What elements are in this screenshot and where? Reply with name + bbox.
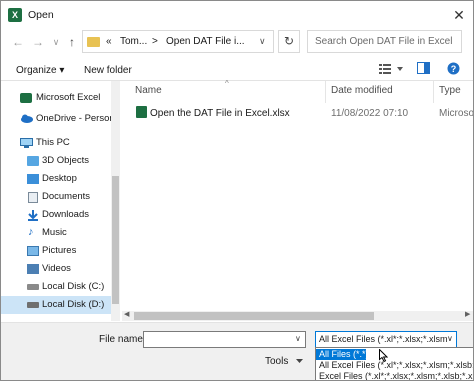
video-icon (27, 264, 39, 274)
document-icon (28, 192, 38, 203)
breadcrumb-item-tom[interactable]: Tom... (120, 36, 147, 47)
column-divider[interactable] (433, 81, 434, 103)
filter-dropdown-chevron-icon[interactable]: ∨ (447, 334, 453, 343)
excel-app-icon: X (8, 8, 22, 22)
column-divider[interactable] (325, 81, 326, 103)
svg-text:?: ? (451, 64, 457, 74)
tools-button[interactable]: Tools (265, 356, 288, 367)
sidebar-item-label: Documents (42, 191, 91, 202)
sidebar-item-label: OneDrive - Person (36, 113, 111, 124)
scroll-left-arrow-icon[interactable]: ◀ (124, 310, 129, 318)
window-title: Open (28, 9, 54, 21)
sidebar-item-label: Desktop (42, 173, 77, 184)
sidebar-item-local-disk-d[interactable]: Local Disk (D:) (1, 296, 111, 314)
filter-option-all-files[interactable]: All Files (*.*) (316, 349, 366, 360)
sidebar-item-downloads[interactable]: Downloads (1, 206, 111, 224)
column-header-name[interactable]: Name (135, 85, 162, 96)
sidebar-item-label: This PC (36, 137, 70, 148)
sidebar-item-videos[interactable]: Videos (1, 260, 111, 278)
sidebar-item-music[interactable]: ♪ Music (1, 224, 111, 242)
disk-icon (27, 302, 39, 308)
breadcrumb-separator[interactable]: > (152, 36, 158, 47)
horizontal-scrollbar-thumb[interactable] (134, 312, 374, 320)
cube-icon (27, 156, 39, 166)
sidebar-item-desktop[interactable]: Desktop (1, 170, 111, 188)
forward-arrow-icon[interactable]: → (31, 35, 45, 49)
picture-icon (27, 246, 39, 256)
address-bar[interactable]: « Tom... > Open DAT File i... ∨ (82, 30, 274, 53)
music-icon: ♪ (28, 226, 34, 238)
open-dialog: X Open ✕ ← → ∨ ↑ « Tom... > Open DAT Fil… (0, 0, 474, 381)
sidebar-item-label: Music (42, 227, 67, 238)
sidebar-item-this-pc[interactable]: This PC (1, 134, 111, 152)
file-type-filter-select[interactable]: All Excel Files (*.xl*;*.xlsx;*.xlsm (315, 331, 457, 348)
filter-option-all-excel-files[interactable]: All Excel Files (*.xl*;*.xlsx;*.xlsm;*.x… (316, 360, 473, 371)
sidebar-item-label: Pictures (42, 245, 77, 256)
file-name-label: File name: (99, 334, 146, 345)
sidebar-item-label: 3D Objects (42, 155, 89, 166)
file-type-filter-value: All Excel Files (*.xl*;*.xlsx;*.xlsm (319, 334, 448, 344)
file-type: Microso (439, 108, 474, 119)
file-name-input[interactable]: ∨ (143, 331, 306, 348)
command-toolbar: Organize ▾ New folder ? (1, 57, 473, 81)
back-arrow-icon[interactable]: ← (11, 35, 25, 49)
search-placeholder: Search Open DAT File in Excel (315, 36, 453, 47)
file-name[interactable]: Open the DAT File in Excel.xlsx (150, 108, 290, 119)
sidebar-item-3d-objects[interactable]: 3D Objects (1, 152, 111, 170)
sidebar-item-microsoft-excel[interactable]: Microsoft Excel (1, 89, 111, 107)
sidebar-item-label: Videos (42, 263, 71, 274)
address-dropdown-chevron-icon[interactable]: ∨ (259, 36, 266, 47)
sidebar-item-label: Downloads (42, 209, 89, 220)
pc-icon (20, 138, 33, 148)
folder-icon (87, 37, 100, 47)
sidebar-item-local-disk-c[interactable]: Local Disk (C:) (1, 278, 111, 296)
navigation-pane: Microsoft Excel OneDrive - Person This P… (1, 81, 120, 322)
excel-icon (20, 93, 32, 103)
sidebar-item-documents[interactable]: Documents (1, 188, 111, 206)
breadcrumb-overflow[interactable]: « (106, 36, 112, 47)
tools-dropdown-icon[interactable] (296, 359, 303, 364)
sidebar-item-label: Local Disk (C:) (42, 281, 105, 292)
refresh-button[interactable]: ↻ (278, 30, 300, 53)
breadcrumb-item-current[interactable]: Open DAT File i... (166, 36, 245, 47)
sort-chevron-icon: ^ (225, 79, 229, 88)
sidebar-scrollbar-thumb[interactable] (112, 176, 119, 304)
recent-locations-chevron-icon[interactable]: ∨ (49, 35, 63, 49)
column-header-date-modified[interactable]: Date modified (331, 85, 393, 96)
up-arrow-icon[interactable]: ↑ (65, 35, 79, 49)
file-name-dropdown-chevron-icon[interactable]: ∨ (295, 334, 301, 343)
preview-pane-icon[interactable] (417, 62, 430, 74)
close-icon[interactable]: ✕ (449, 5, 469, 25)
download-icon (27, 210, 39, 221)
sidebar-item-label: Microsoft Excel (36, 92, 101, 103)
sidebar-item-label: Local Disk (D:) (42, 299, 105, 310)
sidebar-item-pictures[interactable]: Pictures (1, 242, 111, 260)
search-input[interactable]: Search Open DAT File in Excel (307, 30, 462, 53)
filter-option-excel-files[interactable]: Excel Files (*.xl*;*.xlsx;*.xlsm;*.xlsb;… (316, 371, 473, 380)
scroll-right-arrow-icon[interactable]: ▶ (465, 310, 470, 318)
disk-icon (27, 284, 39, 290)
sidebar-item-onedrive[interactable]: OneDrive - Person (1, 110, 111, 128)
mouse-cursor-icon (379, 349, 388, 362)
column-header-type[interactable]: Type (439, 85, 461, 96)
help-icon[interactable]: ? (447, 62, 460, 75)
view-options-icon[interactable] (379, 64, 405, 74)
new-folder-button[interactable]: New folder (84, 65, 132, 76)
organize-button[interactable]: Organize ▾ (16, 65, 64, 76)
excel-file-icon (136, 106, 147, 118)
desktop-icon (27, 174, 39, 184)
file-type-dropdown-list: All Files (*.*) All Excel Files (*.xl*;*… (315, 347, 473, 380)
file-date-modified: 11/08/2022 07:10 (331, 108, 409, 119)
cloud-icon (20, 114, 33, 124)
